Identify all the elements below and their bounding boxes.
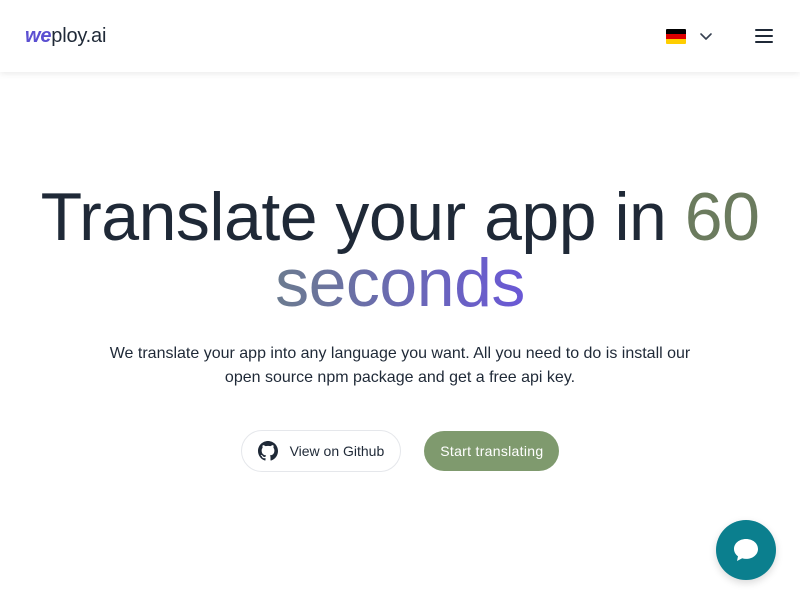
site-header: we ploy.ai [0,0,800,72]
github-button-label: View on Github [289,443,385,459]
de-flag-icon [666,28,686,44]
hero-subtext: We translate your app into any language … [109,345,691,386]
hero-headline: Translate your app in 60 seconds [0,183,800,317]
github-icon [257,441,278,461]
headline-text: Translate your app in [40,179,685,255]
header-actions [666,24,776,48]
chat-icon [734,539,758,561]
chevron-down-icon [700,33,712,40]
chat-widget-button[interactable] [716,520,776,580]
headline-accent-word: seconds [275,245,525,321]
cta-row: View on Github Start translating [0,430,800,472]
view-github-button[interactable]: View on Github [240,430,402,472]
language-selector[interactable] [666,28,714,44]
start-translating-button[interactable]: Start translating [424,431,560,471]
headline-accent-number: 60 [684,179,760,255]
hamburger-icon[interactable] [752,24,776,48]
logo[interactable]: we ploy.ai [25,25,106,48]
hero-section: Translate your app in 60 seconds We tran… [0,72,800,472]
logo-prefix: we [25,24,52,47]
logo-suffix: ploy.ai [51,24,107,47]
